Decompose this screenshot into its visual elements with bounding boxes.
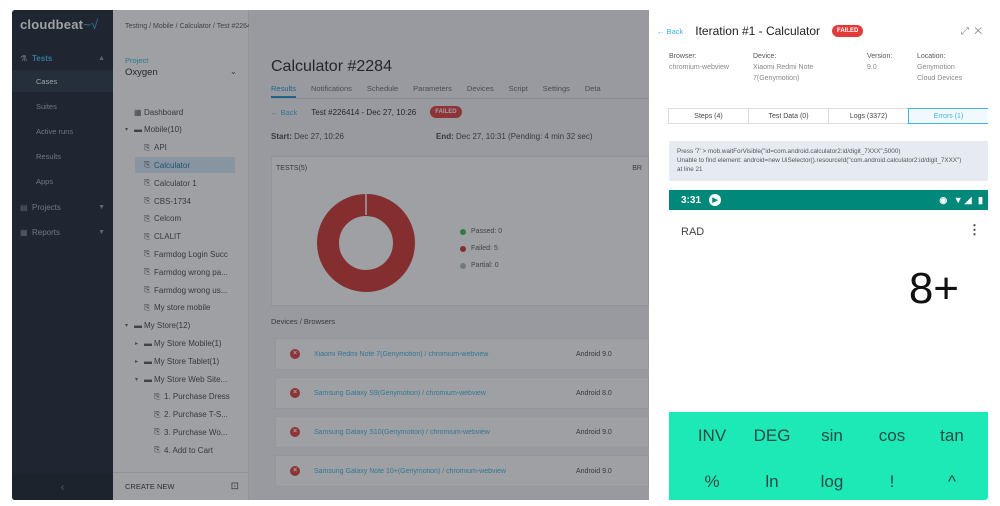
error-line: Unable to find element: android=new UiSe…: [677, 157, 962, 164]
info-value: 7(Genymotion): [753, 75, 800, 82]
info-value: chromium-webview: [669, 64, 729, 71]
error-message-box: Press '7' > mob.waitForVisible("id=com.a…: [669, 141, 988, 181]
calculator-display: RAD ⋮ 8+: [669, 210, 988, 410]
info-key: Version:: [867, 53, 893, 60]
error-line: Press '7' > mob.waitForVisible("id=com.a…: [677, 148, 901, 155]
key-deg: DEG: [753, 426, 791, 445]
info-version: Version: 9.0: [867, 51, 892, 73]
status-icons: ◉ ▼◢ ▮: [939, 194, 985, 205]
panel-back-button[interactable]: ← Back: [657, 27, 683, 36]
info-key: Location:: [917, 53, 946, 60]
close-icon[interactable]: ✕: [974, 26, 982, 37]
info-value: 9.0: [867, 64, 877, 71]
info-location: Location: Genymotion Cloud Devices: [917, 51, 962, 84]
tab-logs[interactable]: Logs (3372): [828, 108, 909, 124]
key-cos: cos: [878, 426, 906, 445]
status-badge: FAILED: [832, 25, 864, 37]
key-tan: tan: [940, 426, 964, 445]
tab-steps[interactable]: Steps (4): [668, 108, 749, 124]
play-icon: ▶: [709, 194, 722, 206]
key-factorial: !: [889, 472, 895, 491]
expand-icon[interactable]: ⤢: [961, 26, 969, 37]
more-icon: ⋮: [968, 222, 981, 237]
panel-header: ← Back Iteration #1 - Calculator FAILED: [657, 24, 864, 38]
key-inv: INV: [697, 426, 727, 445]
panel-title: Iteration #1 - Calculator: [695, 24, 820, 38]
info-value: Xiaomi Redmi Note: [753, 64, 814, 71]
calc-expression: 8+: [908, 264, 959, 313]
info-browser: Browser: chromium-webview: [669, 51, 729, 73]
key-power: ^: [948, 472, 956, 491]
modal-backdrop[interactable]: [12, 10, 649, 500]
tab-errors[interactable]: Errors (1): [908, 108, 988, 124]
calculator-keypad: INV DEG sin cos tan % ln log ! ^: [669, 412, 988, 500]
info-key: Device:: [753, 53, 777, 60]
key-ln: ln: [765, 472, 779, 491]
phone-status-bar: 3:31 ▶ ◉ ▼◢ ▮: [669, 190, 988, 210]
phone-time: 3:31: [681, 194, 702, 206]
info-key: Browser:: [669, 53, 697, 60]
info-value: Genymotion: [917, 64, 955, 71]
info-device: Device: Xiaomi Redmi Note 7(Genymotion): [753, 51, 813, 84]
iteration-tabs: Steps (4) Test Data (0) Logs (3372) Erro…: [668, 108, 988, 124]
app-frame: cloudbeat~√ ⚗ Tests ▲ Cases Suites Activ…: [12, 10, 988, 500]
panel-window-buttons: ⤢ ✕: [961, 26, 982, 37]
info-value: Cloud Devices: [917, 75, 963, 82]
tab-test-data[interactable]: Test Data (0): [748, 108, 829, 124]
iteration-panel: ← Back Iteration #1 - Calculator FAILED …: [649, 10, 988, 500]
key-percent: %: [704, 472, 720, 491]
error-line: at line 21: [677, 166, 703, 173]
device-screenshot: 3:31 ▶ ◉ ▼◢ ▮ RAD ⋮ 8+ INV DEG sin cos t…: [669, 190, 988, 500]
key-log: log: [820, 472, 844, 491]
key-sin: sin: [821, 426, 843, 445]
calc-mode: RAD: [681, 226, 705, 238]
